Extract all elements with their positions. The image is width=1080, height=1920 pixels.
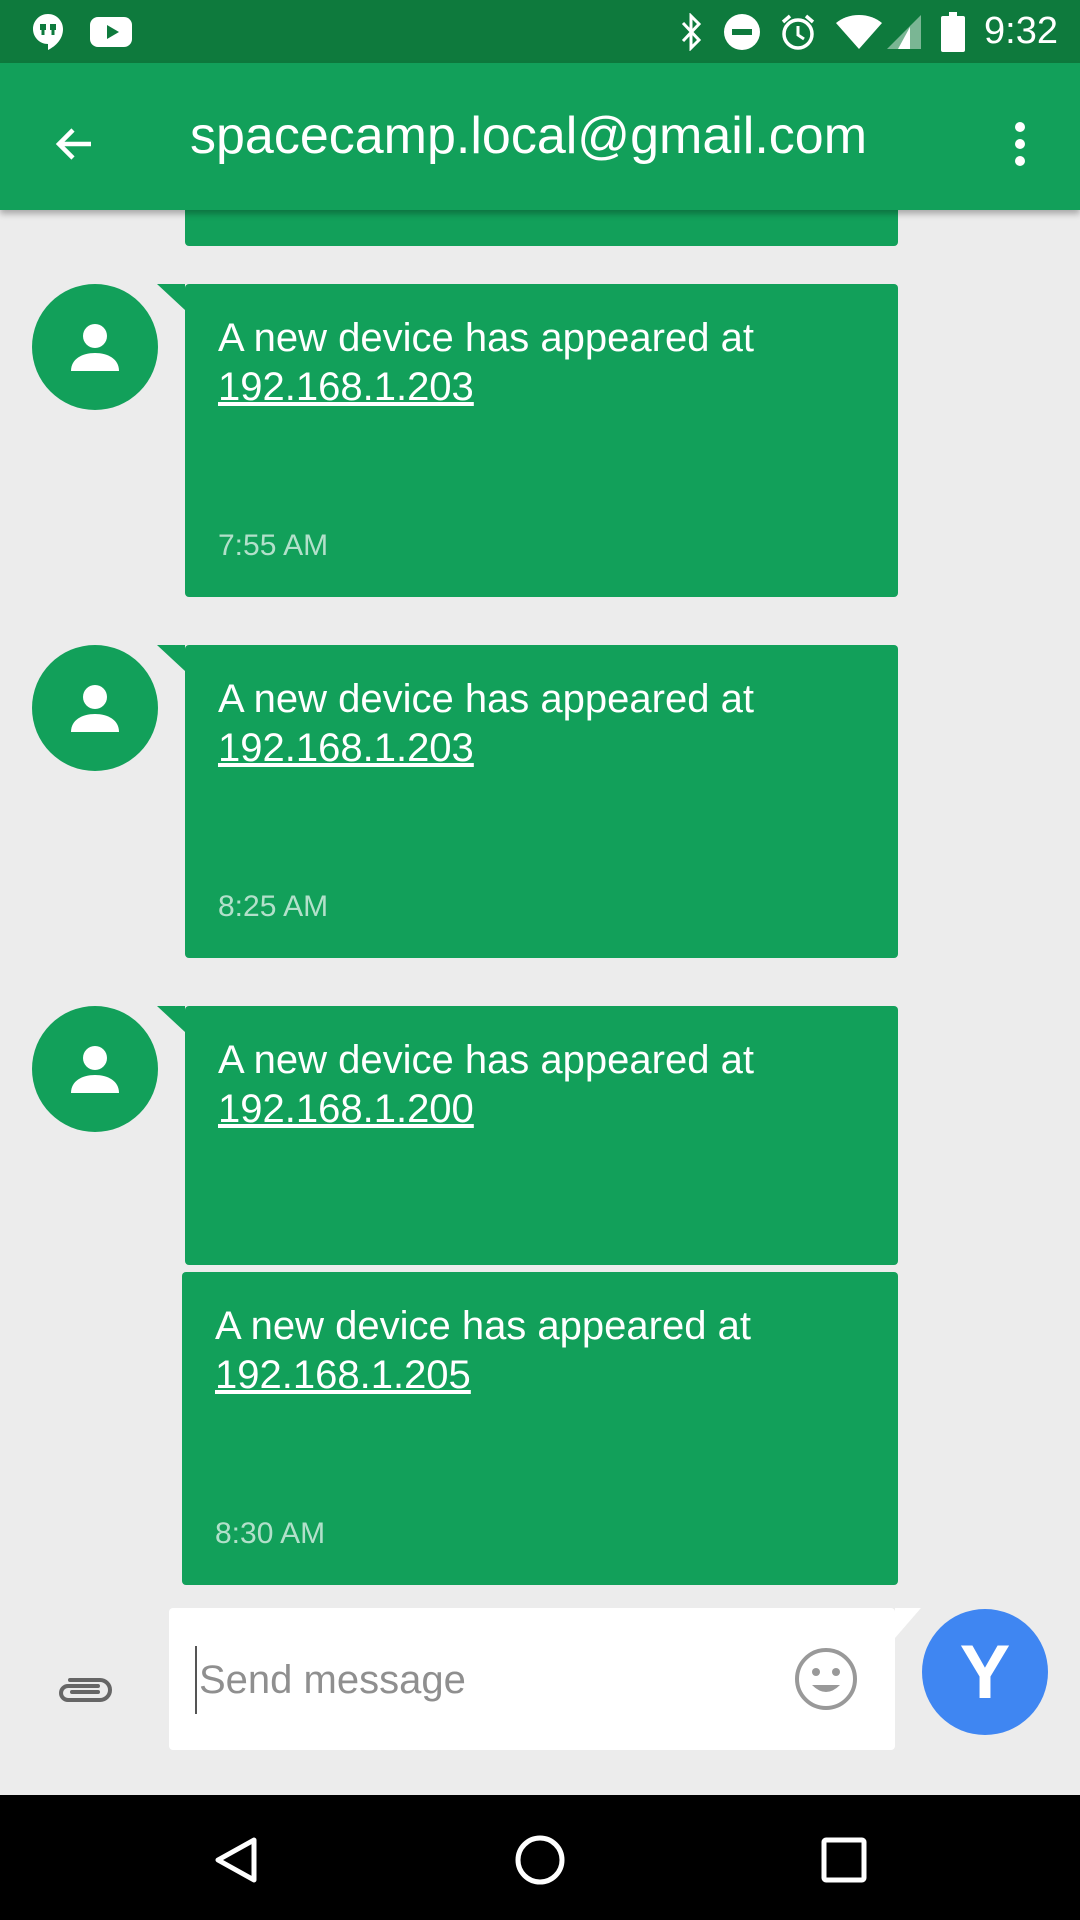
message-bubble[interactable]: A new device has appeared at 192.168.1.2…	[157, 645, 898, 958]
conversation-title: spacecamp.local@gmail.com	[190, 107, 868, 165]
person-icon	[71, 324, 119, 371]
message-text: A new device has appeared at	[215, 1304, 751, 1348]
wifi-icon	[834, 0, 884, 63]
sender-avatar[interactable]: Y	[922, 1609, 1048, 1735]
more-vert-icon	[1015, 122, 1025, 166]
emoji-button[interactable]	[793, 1646, 859, 1712]
message-timestamp: 8:25 AM	[218, 890, 329, 923]
youtube-icon	[88, 0, 134, 63]
contact-avatar[interactable]	[32, 284, 158, 410]
person-icon	[71, 685, 119, 732]
ip-address-link[interactable]: 192.168.1.203	[218, 363, 866, 412]
contact-avatar[interactable]	[32, 645, 158, 771]
back-button[interactable]	[30, 99, 120, 189]
message-bubble[interactable]: A new device has appeared at 192.168.1.2…	[157, 284, 898, 597]
paperclip-icon	[59, 1678, 112, 1702]
nav-home-button[interactable]	[495, 1815, 585, 1905]
status-time: 9:32	[984, 10, 1058, 52]
overflow-menu-button[interactable]	[980, 99, 1060, 189]
message-text: A new device has appeared at	[218, 677, 754, 721]
recents-square-icon	[821, 1837, 867, 1883]
nav-recents-button[interactable]	[799, 1815, 889, 1905]
message-bubble[interactable]: A new device has appeared at 192.168.1.2…	[182, 1272, 898, 1585]
do-not-disturb-icon	[722, 0, 762, 63]
message-bubble[interactable]: A new device has appeared at 192.168.1.2…	[157, 1006, 898, 1265]
message-text: A new device has appeared at	[218, 1038, 754, 1082]
message-list[interactable]: A new device has appeared at 192.168.1.2…	[0, 210, 1080, 1590]
back-triangle-icon	[215, 1837, 257, 1883]
message-timestamp: 7:55 AM	[218, 529, 329, 562]
contact-avatar[interactable]	[32, 1006, 158, 1132]
status-bar: 9:32	[0, 0, 1080, 63]
compose-bar: Y	[0, 1590, 1080, 1795]
person-icon	[71, 1046, 119, 1093]
attach-button[interactable]	[50, 1655, 120, 1725]
app-bar: spacecamp.local@gmail.com	[0, 63, 1080, 210]
battery-icon	[938, 0, 968, 63]
hangouts-icon	[28, 0, 68, 63]
compose-box	[169, 1608, 921, 1750]
cellular-signal-icon	[884, 0, 924, 63]
alarm-icon	[778, 0, 818, 63]
ip-address-link[interactable]: 192.168.1.205	[215, 1351, 866, 1400]
home-circle-icon	[515, 1835, 565, 1885]
message-input[interactable]	[195, 1646, 761, 1714]
message-timestamp: 8:30 AM	[215, 1517, 326, 1550]
message-bubble-partial[interactable]	[185, 210, 898, 246]
navigation-bar	[0, 1795, 1080, 1920]
nav-back-button[interactable]	[191, 1815, 281, 1905]
ip-address-link[interactable]: 192.168.1.200	[218, 1085, 866, 1134]
emoji-icon	[795, 1648, 857, 1710]
bluetooth-icon	[676, 0, 706, 63]
message-text: A new device has appeared at	[218, 316, 754, 360]
ip-address-link[interactable]: 192.168.1.203	[218, 724, 866, 773]
arrow-back-icon	[55, 128, 91, 160]
